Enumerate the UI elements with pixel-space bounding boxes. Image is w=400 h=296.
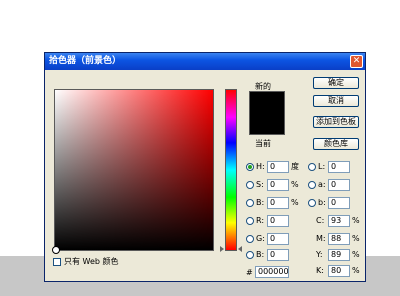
hex-label: # (246, 268, 253, 277)
b-input[interactable]: 0 (267, 197, 289, 209)
a-input[interactable]: 0 (328, 179, 350, 191)
y-input[interactable]: 89 (328, 249, 350, 261)
color-field[interactable] (52, 89, 214, 254)
a-label: a: (318, 180, 326, 189)
g-label: G: (256, 234, 265, 243)
radio-b[interactable] (246, 199, 254, 207)
window-title: 拾色器（前景色） (49, 56, 122, 66)
m-unit: % (352, 234, 360, 243)
rgb-b-label: B: (256, 250, 265, 259)
m-label: M: (316, 234, 326, 243)
hue-slider-right-arrow-icon[interactable] (238, 246, 242, 252)
k-label: K: (316, 266, 324, 275)
h-unit: 度 (291, 162, 299, 171)
web-colors-only-checkbox[interactable] (53, 258, 61, 266)
h-label: H: (256, 162, 265, 171)
m-input[interactable]: 88 (328, 233, 350, 245)
radio-l[interactable] (308, 163, 316, 171)
radio-r[interactable] (246, 217, 254, 225)
radio-h[interactable] (246, 163, 254, 171)
c-unit: % (352, 216, 360, 225)
hue-slider-left-arrow-icon[interactable] (220, 246, 224, 252)
current-color-label: 当前 (255, 139, 271, 148)
c-label: C: (316, 216, 325, 225)
k-unit: % (352, 266, 360, 275)
r-label: R: (256, 216, 265, 225)
add-to-swatches-button[interactable]: 添加到色板 (313, 116, 359, 128)
s-unit: % (291, 180, 299, 189)
cancel-button[interactable]: 取消 (313, 95, 359, 107)
lab-b-input[interactable]: 0 (328, 197, 350, 209)
radio-rgb-b[interactable] (246, 251, 254, 259)
ok-button[interactable]: 确定 (313, 77, 359, 89)
y-label: Y: (316, 250, 323, 259)
web-colors-only-label: 只有 Web 颜色 (64, 257, 119, 266)
b-label: B: (256, 198, 265, 207)
lab-b-label: b: (318, 198, 326, 207)
close-button[interactable]: ✕ (350, 55, 363, 68)
color-field-cursor[interactable] (52, 246, 60, 254)
y-unit: % (352, 250, 360, 259)
color-picker-dialog: 拾色器（前景色） ✕ 新的 当前 确定 取消 添加到色板 颜色库 H: 0 度 … (44, 52, 366, 282)
b-unit: % (291, 198, 299, 207)
k-input[interactable]: 80 (328, 265, 350, 277)
radio-g[interactable] (246, 235, 254, 243)
r-input[interactable]: 0 (267, 215, 289, 227)
c-input[interactable]: 93 (328, 215, 350, 227)
title-bar[interactable]: 拾色器（前景色） ✕ (45, 53, 365, 70)
g-input[interactable]: 0 (267, 233, 289, 245)
s-label: S: (256, 180, 264, 189)
s-input[interactable]: 0 (267, 179, 289, 191)
radio-lab-b[interactable] (308, 199, 316, 207)
rgb-b-input[interactable]: 0 (267, 249, 289, 261)
radio-a[interactable] (308, 181, 316, 189)
radio-s[interactable] (246, 181, 254, 189)
hex-input[interactable]: 000000 (255, 266, 289, 278)
hue-slider[interactable] (225, 89, 237, 251)
color-preview-swatch (249, 91, 285, 135)
color-libraries-button[interactable]: 颜色库 (313, 138, 359, 150)
l-input[interactable]: 0 (328, 161, 350, 173)
h-input[interactable]: 0 (267, 161, 289, 173)
l-label: L: (318, 162, 326, 171)
